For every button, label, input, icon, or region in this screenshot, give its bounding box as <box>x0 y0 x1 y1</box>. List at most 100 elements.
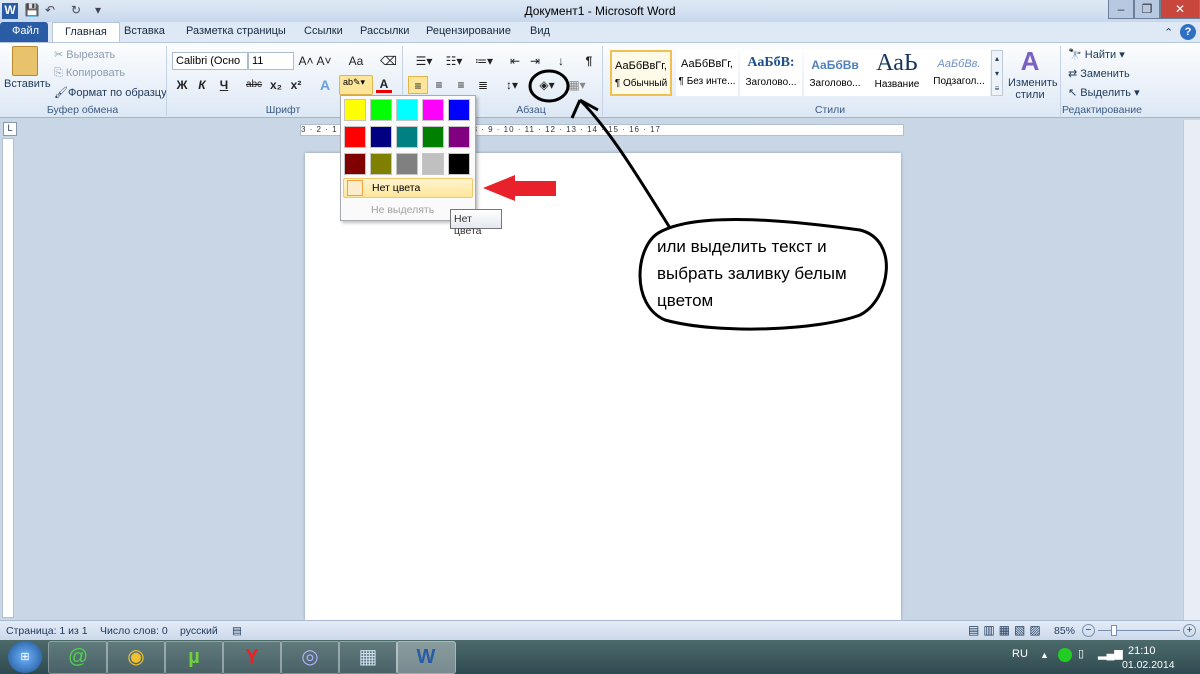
word-count[interactable]: Число слов: 0 <box>100 625 168 637</box>
multilevel-list-icon[interactable]: ≔▾ <box>470 52 498 70</box>
align-right-icon[interactable]: ≡ <box>452 76 470 94</box>
tab-page-layout[interactable]: Разметка страницы <box>174 22 298 42</box>
color-swatch[interactable] <box>344 153 366 175</box>
text-effects-icon[interactable]: A <box>316 76 334 94</box>
underline-button[interactable]: Ч <box>216 76 232 94</box>
find-button[interactable]: 🔭 Найти ▾ <box>1068 48 1125 61</box>
color-swatch[interactable] <box>422 153 444 175</box>
increase-indent-icon[interactable]: ⇥ <box>526 52 544 70</box>
tab-insert[interactable]: Вставка <box>112 22 177 42</box>
color-swatch[interactable] <box>396 153 418 175</box>
taskbar-word[interactable]: W <box>396 641 456 674</box>
tray-app-icon[interactable] <box>1058 648 1072 662</box>
taskbar-chrome[interactable]: ◉ <box>106 641 166 674</box>
taskbar-downloader[interactable]: ◎ <box>280 641 340 674</box>
zoom-slider-thumb[interactable] <box>1110 625 1117 636</box>
style-title[interactable]: АаЬ Название <box>866 50 928 96</box>
vertical-scrollbar[interactable] <box>1183 120 1200 620</box>
font-color-icon[interactable]: A <box>376 75 392 93</box>
decrease-indent-icon[interactable]: ⇤ <box>506 52 524 70</box>
shrink-font-button[interactable]: A˅ <box>316 52 332 70</box>
tab-home[interactable]: Главная <box>52 22 120 42</box>
style-no-spacing[interactable]: АаБбВвГг, ¶ Без инте... <box>676 50 738 96</box>
tab-review[interactable]: Рецензирование <box>414 22 523 42</box>
superscript-button[interactable]: x² <box>288 76 304 94</box>
styles-scroll[interactable]: ▴ ▾ ≡ <box>991 50 1003 96</box>
bullets-icon[interactable]: ☰▾ <box>410 52 438 70</box>
highlight-button[interactable]: ab✎▾ <box>339 75 373 95</box>
paste-button[interactable]: Вставить <box>4 78 51 90</box>
change-case-button[interactable]: Aa <box>344 52 368 70</box>
clear-formatting-icon[interactable]: ⌫ <box>380 52 397 70</box>
style-heading1[interactable]: АаБбВ: Заголово... <box>740 50 802 96</box>
color-swatch[interactable] <box>448 153 470 175</box>
taskbar-utorrent[interactable]: µ <box>164 641 224 674</box>
color-swatch[interactable] <box>448 99 470 121</box>
taskbar-mail-agent[interactable]: @ <box>48 641 108 674</box>
close-button[interactable]: ✕ <box>1160 0 1200 19</box>
tab-selector[interactable]: L <box>3 122 17 136</box>
language[interactable]: русский <box>180 625 218 637</box>
clock-date[interactable]: 01.02.2014 <box>1122 659 1175 671</box>
spellcheck-icon[interactable]: ▤ <box>232 625 242 637</box>
copy-button[interactable]: ⎘ Копировать <box>54 67 125 80</box>
show-marks-button[interactable]: ¶ <box>580 52 598 70</box>
tab-mailings[interactable]: Рассылки <box>348 22 421 42</box>
justify-icon[interactable]: ≣ <box>474 76 492 94</box>
numbering-icon[interactable]: ☷▾ <box>440 52 468 70</box>
line-spacing-icon[interactable]: ↕▾ <box>500 76 524 94</box>
color-swatch[interactable] <box>344 99 366 121</box>
replace-button[interactable]: ⇄ Заменить <box>1068 67 1130 80</box>
minimize-button[interactable]: – <box>1108 0 1134 19</box>
select-button[interactable]: ↖ Выделить ▾ <box>1068 86 1140 99</box>
color-swatch[interactable] <box>396 99 418 121</box>
format-painter-button[interactable]: 🖌Формат по образцу <box>54 86 167 99</box>
color-swatch[interactable] <box>370 126 392 148</box>
align-left-icon[interactable]: ≡ <box>408 76 428 94</box>
tab-references[interactable]: Ссылки <box>292 22 355 42</box>
font-size-select[interactable]: 11 <box>248 52 294 70</box>
align-center-icon[interactable]: ≡ <box>430 76 448 94</box>
font-name-select[interactable]: Calibri (Осно <box>172 52 248 70</box>
paste-icon[interactable] <box>12 46 38 76</box>
zoom-in-icon[interactable]: + <box>1183 624 1196 637</box>
taskbar-yandex[interactable]: Y <box>222 641 282 674</box>
change-styles-button[interactable]: A Изменить стили <box>1008 46 1058 101</box>
color-swatch[interactable] <box>396 126 418 148</box>
help-icon[interactable]: ? <box>1180 24 1196 40</box>
network-icon[interactable]: ▂▄▆ <box>1098 647 1123 660</box>
color-swatch[interactable] <box>344 126 366 148</box>
zoom-level[interactable]: 85% <box>1054 625 1075 637</box>
color-swatch[interactable] <box>422 99 444 121</box>
style-heading2[interactable]: АаБбВв Заголово... <box>804 50 866 96</box>
start-button[interactable]: ⊞ <box>8 641 42 673</box>
restore-button[interactable]: ❐ <box>1134 0 1160 19</box>
vertical-ruler[interactable] <box>2 138 14 618</box>
sort-icon[interactable]: ↓ <box>552 52 570 70</box>
grow-font-button[interactable]: A˄ <box>298 52 314 70</box>
document-page[interactable] <box>305 153 901 620</box>
cut-button[interactable]: ✂ Вырезать <box>54 48 115 61</box>
strikethrough-button[interactable]: abc <box>244 76 264 94</box>
shading-icon[interactable]: ◈▾ <box>536 76 558 94</box>
color-swatch[interactable] <box>370 153 392 175</box>
page-count[interactable]: Страница: 1 из 1 <box>6 625 88 637</box>
stop-highlighting-item[interactable]: Не выделять <box>371 204 434 216</box>
show-hidden-icons[interactable]: ▲ <box>1040 650 1049 660</box>
tab-file[interactable]: Файл <box>0 22 48 42</box>
color-swatch[interactable] <box>422 126 444 148</box>
color-swatch[interactable] <box>448 126 470 148</box>
zoom-out-icon[interactable]: − <box>1082 624 1095 637</box>
borders-icon[interactable]: ▦▾ <box>566 76 588 94</box>
input-language[interactable]: RU <box>1012 648 1028 660</box>
subscript-button[interactable]: x₂ <box>268 76 284 94</box>
color-swatch[interactable] <box>370 99 392 121</box>
italic-button[interactable]: К <box>194 76 210 94</box>
taskbar-calculator[interactable]: ▦ <box>338 641 398 674</box>
view-buttons[interactable]: ▤▥▦▧▨ <box>968 623 1045 637</box>
minimize-ribbon-icon[interactable]: ⌃ <box>1164 26 1173 39</box>
bold-button[interactable]: Ж <box>174 76 190 94</box>
clock-time[interactable]: 21:10 <box>1128 645 1156 657</box>
no-color-item[interactable]: Нет цвета <box>343 178 473 198</box>
usb-icon[interactable]: ▯ <box>1078 647 1084 660</box>
